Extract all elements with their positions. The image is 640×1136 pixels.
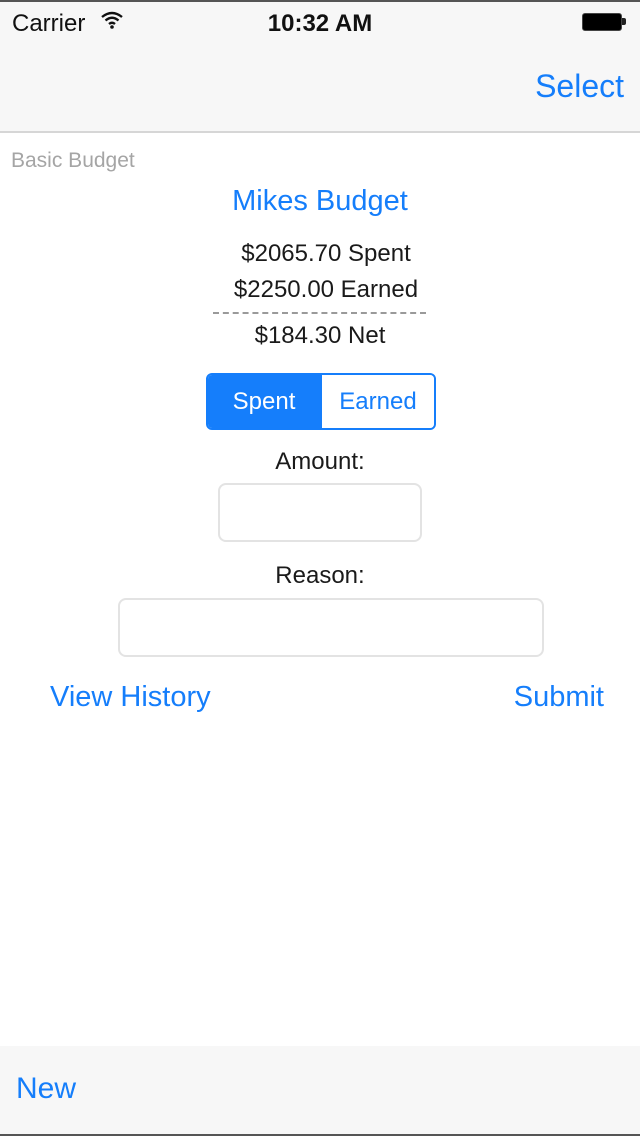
navigation-bar: Select [0,42,640,133]
view-history-button[interactable]: View History [50,681,211,714]
select-button[interactable]: Select [535,68,624,105]
earned-total: $2250.00 Earned [233,276,419,303]
battery-icon [582,13,626,31]
new-button[interactable]: New [16,1072,76,1106]
summary-divider [213,312,426,314]
status-bar: Carrier 10:32 AM [0,2,640,42]
spent-total: $2065.70 Spent [241,240,411,267]
section-label: Basic Budget [11,149,135,172]
amount-input[interactable] [218,483,422,542]
submit-button[interactable]: Submit [514,681,604,714]
bottom-toolbar: New [0,1046,640,1136]
budget-form: Basic Budget Mikes Budget $2065.70 Spent… [0,133,640,1046]
status-time: 10:32 AM [267,10,373,37]
net-total: $184.30 Net [254,322,386,349]
spent-earned-segmented-control: Spent Earned [206,373,436,430]
budget-name-button[interactable]: Mikes Budget [0,185,640,218]
amount-label: Amount: [275,448,365,475]
reason-input[interactable] [118,598,544,657]
reason-label: Reason: [275,562,365,589]
app-screen: Carrier 10:32 AM Select Basic Budget Mik… [0,0,640,1136]
segment-earned[interactable]: Earned [320,375,434,428]
segment-spent[interactable]: Spent [208,375,320,428]
